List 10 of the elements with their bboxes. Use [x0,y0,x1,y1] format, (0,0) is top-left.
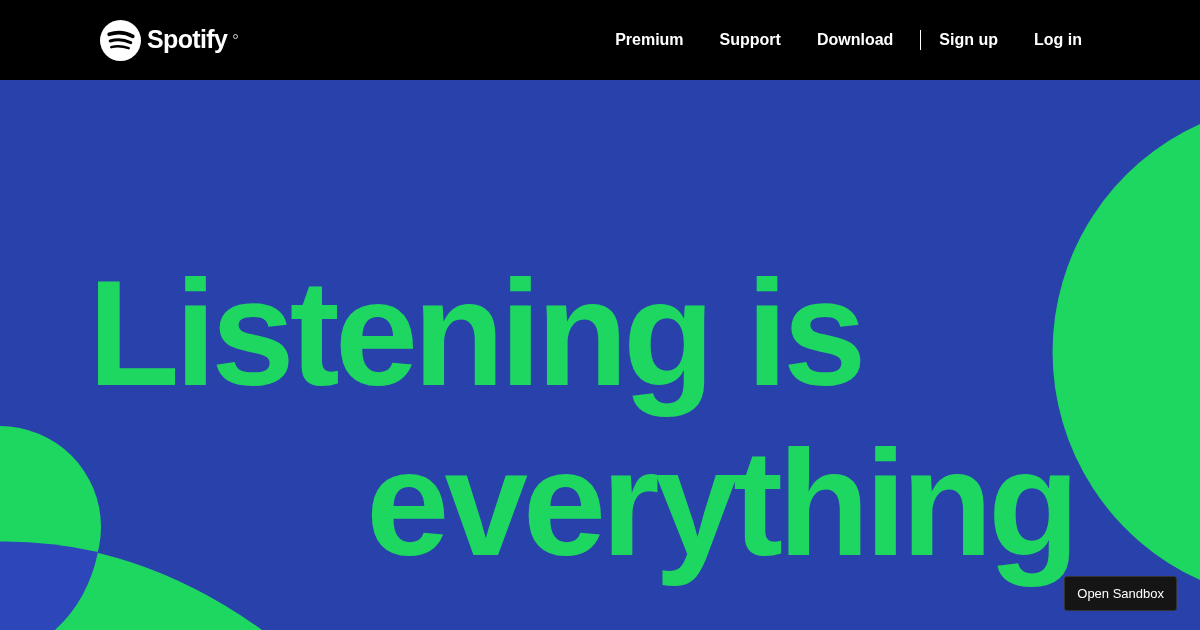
open-sandbox-button[interactable]: Open Sandbox [1064,575,1177,611]
nav-link[interactable]: Download [798,28,912,52]
nav-link[interactable]: Sign up [930,28,1016,52]
registered-mark-icon [233,33,239,39]
headline-line: Listening is [88,248,862,418]
nav-link[interactable]: Log in [1016,28,1100,52]
nav-link[interactable]: Support [701,28,799,52]
logo-wordmark[interactable]: Spotify [147,21,228,59]
logo-icon[interactable] [100,19,141,61]
nav-link[interactable]: Premium [597,28,702,52]
